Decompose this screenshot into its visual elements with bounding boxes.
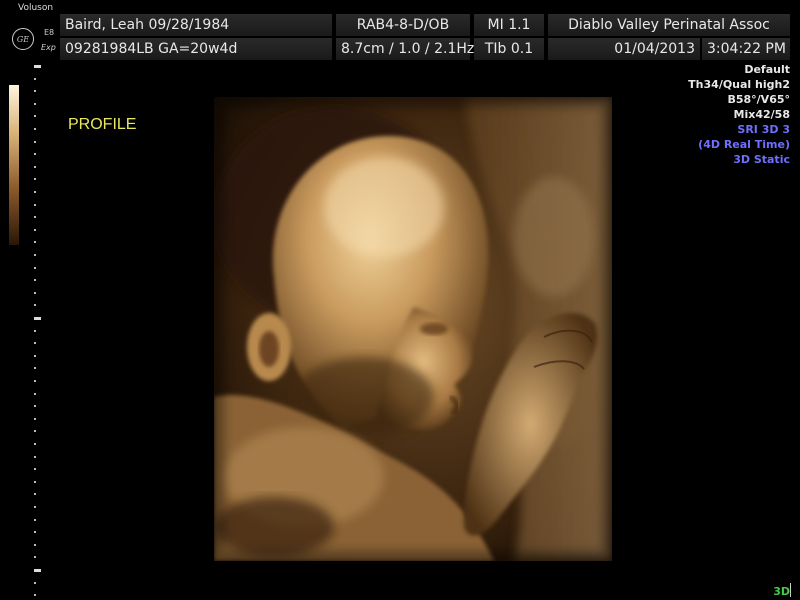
mode-divider [790,583,791,597]
model-label: E8 [44,28,55,37]
param-mix: Mix42/58 [733,108,790,121]
thermal-index: TIb 0.1 [474,38,544,60]
fetal-profile-render [214,97,612,561]
patient-name: Baird, Leah 09/28/1984 [60,14,332,36]
param-angle: B58°/V65° [727,93,790,106]
depth-tick [34,506,36,508]
depth-tick [34,115,36,117]
depth-tick [34,405,36,407]
depth-tick [34,78,36,80]
depth-tick-major [34,65,41,68]
param-threshold-quality: Th34/Qual high2 [688,78,790,91]
grayscale-map-bar [9,85,19,245]
depth-tick-major [34,569,41,572]
depth-tick [34,380,36,382]
depth-tick [34,418,36,420]
depth-tick [34,304,36,306]
depth-frequency: 8.7cm / 1.0 / 2.1Hz [336,38,474,60]
depth-tick [34,128,36,130]
depth-tick [34,103,36,105]
depth-tick [34,468,36,470]
depth-tick [34,330,36,332]
depth-tick [34,90,36,92]
brand-label: Voluson [18,3,54,13]
depth-tick [34,254,36,256]
depth-tick [34,531,36,533]
profile-annotation: PROFILE [68,116,137,133]
depth-tick [34,292,36,294]
depth-tick [34,241,36,243]
exam-time: 3:04:22 PM [702,38,790,60]
institution-name: Diablo Valley Perinatal Assoc [548,14,790,36]
depth-tick [34,204,36,206]
depth-tick [34,493,36,495]
depth-tick [34,456,36,458]
depth-tick [34,544,36,546]
depth-tick [34,229,36,231]
depth-tick [34,582,36,584]
depth-tick [34,191,36,193]
depth-tick [34,141,36,143]
3d-render-viewport[interactable] [214,97,612,561]
patient-id-ga: 09281984LB GA=20w4d [60,38,332,60]
model-suffix-label: Exp [41,43,56,52]
exam-date: 01/04/2013 [548,38,700,60]
param-3d-static: 3D Static [733,153,790,166]
mechanical-index: MI 1.1 [474,14,544,36]
depth-tick [34,178,36,180]
param-preset: Default [744,63,790,76]
depth-tick [34,342,36,344]
depth-tick [34,267,36,269]
depth-tick [34,594,36,596]
depth-tick [34,166,36,168]
mode-indicator: 3D [773,585,790,598]
param-sri: SRI 3D 3 [737,123,790,136]
probe-preset: RAB4-8-D/OB [336,14,470,36]
ge-logo-icon: GE [12,28,34,50]
depth-tick [34,481,36,483]
imaging-parameters: Default Th34/Qual high2 B58°/V65° Mix42/… [688,62,790,167]
depth-tick [34,367,36,369]
voluson-logo: Voluson GE E8 Exp [4,3,58,58]
depth-tick [34,556,36,558]
header-bar: Voluson GE E8 Exp Baird, Leah 09/28/1984… [0,0,800,62]
depth-tick [34,430,36,432]
depth-tick [34,393,36,395]
depth-tick [34,279,36,281]
depth-tick [34,443,36,445]
param-4d-mode: (4D Real Time) [698,138,790,151]
depth-tick [34,153,36,155]
depth-tick [34,519,36,521]
depth-tick-major [34,317,41,320]
depth-tick [34,355,36,357]
depth-tick [34,216,36,218]
